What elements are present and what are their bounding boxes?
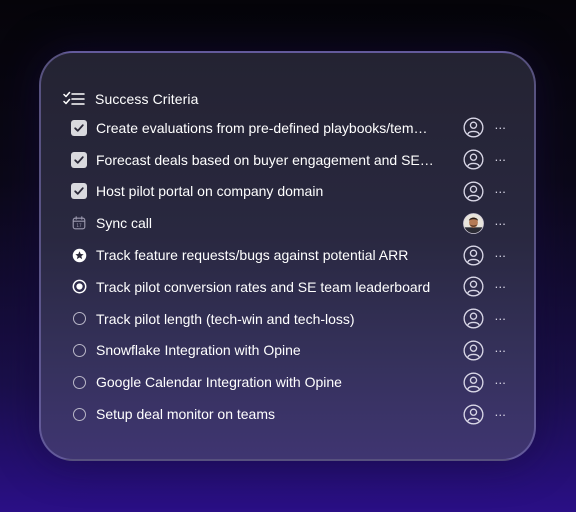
assignee-button[interactable] [462,276,484,298]
assignee-button[interactable] [462,244,484,266]
criteria-row[interactable]: Google Calendar Integration with Opine ··… [41,366,534,398]
more-options-icon[interactable]: ··· [492,406,508,422]
user-outline-icon[interactable] [462,404,484,425]
criteria-label: Host pilot portal on company domain [96,183,324,200]
assignee-button[interactable] [462,212,484,234]
checkmark-icon [74,187,84,196]
user-outline-icon[interactable] [462,181,484,202]
criteria-row[interactable]: Track pilot length (tech-win and tech-lo… [41,303,534,335]
status-indicator[interactable] [70,119,88,137]
more-options-icon[interactable]: ··· [492,183,508,199]
more-options-icon[interactable]: ··· [492,152,508,168]
criteria-row[interactable]: Track pilot conversion rates and SE team… [41,271,534,303]
checklist-icon [63,90,85,108]
user-outline-icon[interactable] [462,276,484,297]
assignee-button[interactable] [462,117,484,139]
status-indicator[interactable] [70,278,88,296]
user-outline-icon[interactable] [462,117,484,138]
more-options-icon[interactable]: ··· [492,342,508,358]
star-status-icon[interactable] [72,248,87,263]
checkbox-checked[interactable] [71,119,87,136]
criteria-row[interactable]: 17 Sync call ··· [41,207,534,239]
avatar[interactable] [462,212,484,234]
criteria-list: Create evaluations from pre-defined play… [41,112,534,430]
status-indicator[interactable] [70,151,88,169]
checkmark-icon [74,124,84,132]
criteria-row[interactable]: Create evaluations from pre-defined play… [41,112,534,144]
criteria-row[interactable]: Setup deal monitor on teams ··· [41,398,534,430]
criteria-label: Forecast deals based on buyer engagement… [96,151,434,168]
status-circle-empty[interactable] [72,407,86,421]
checkbox-checked[interactable] [71,183,87,200]
svg-text:17: 17 [76,223,82,228]
success-criteria-card: Success Criteria Create evaluations from… [39,51,536,461]
assignee-button[interactable] [462,339,484,361]
user-outline-icon[interactable] [462,245,484,266]
status-indicator[interactable] [70,246,88,264]
criteria-label: Snowflake Integration with Opine [96,342,301,359]
status-circle-empty[interactable] [72,312,86,326]
criteria-label: Track pilot conversion rates and SE team… [96,278,431,295]
user-outline-icon[interactable] [462,340,484,361]
more-options-icon[interactable]: ··· [492,215,508,231]
checkbox-checked[interactable] [71,151,87,168]
criteria-row[interactable]: Track feature requests/bugs against pote… [41,239,534,271]
more-options-icon[interactable]: ··· [492,279,508,295]
user-outline-icon[interactable] [462,372,484,393]
checkmark-icon [74,155,84,164]
status-circle-empty[interactable] [72,375,86,389]
status-indicator[interactable] [70,341,88,359]
status-indicator[interactable] [70,405,88,423]
assignee-button[interactable] [462,149,484,171]
calendar-icon: 17 [72,216,86,230]
criteria-label: Setup deal monitor on teams [96,406,275,423]
more-options-icon[interactable]: ··· [492,247,508,263]
card-header: Success Criteria [63,89,199,109]
status-indicator[interactable] [70,310,88,328]
criteria-label: Track feature requests/bugs against pote… [96,247,409,264]
criteria-row[interactable]: Host pilot portal on company domain ··· [41,176,534,208]
more-options-icon[interactable]: ··· [492,311,508,327]
assignee-button[interactable] [462,403,484,425]
status-circle-empty[interactable] [72,343,86,357]
card-title: Success Criteria [95,91,199,107]
criteria-label: Google Calendar Integration with Opine [96,374,342,391]
criteria-label: Track pilot length (tech-win and tech-lo… [96,310,355,327]
criteria-row[interactable]: Forecast deals based on buyer engagement… [41,144,534,176]
criteria-label: Sync call [96,215,153,232]
more-options-icon[interactable]: ··· [492,120,508,136]
criteria-label: Create evaluations from pre-defined play… [96,119,428,136]
user-outline-icon[interactable] [462,308,484,329]
assignee-button[interactable] [462,371,484,393]
status-indicator[interactable] [70,182,88,200]
user-outline-icon[interactable] [462,149,484,170]
assignee-button[interactable] [462,180,484,202]
status-indicator[interactable] [70,373,88,391]
status-indicator[interactable]: 17 [70,214,88,232]
radio-selected-icon[interactable] [72,279,87,294]
criteria-row[interactable]: Snowflake Integration with Opine ··· [41,335,534,367]
more-options-icon[interactable]: ··· [492,374,508,390]
assignee-button[interactable] [462,308,484,330]
